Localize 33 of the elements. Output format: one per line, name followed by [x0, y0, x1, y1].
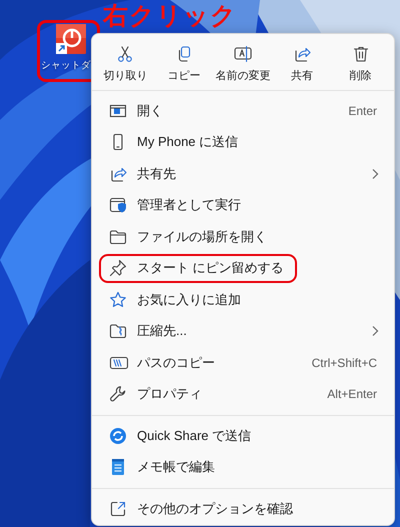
shutdown-shortcut-icon[interactable] — [54, 22, 88, 56]
toolbar-button[interactable]: 共有 — [272, 39, 332, 88]
zip-folder-icon — [109, 322, 127, 340]
toolbar-button[interactable]: 削除 — [331, 39, 390, 88]
menu-item[interactable]: パスのコピー Ctrl+Shift+C — [97, 347, 389, 378]
menu-item[interactable]: 圧縮先... — [97, 316, 389, 347]
scissors-icon — [116, 44, 134, 62]
toolbar-button[interactable]: 切り取り — [96, 39, 155, 88]
desktop-icon-label[interactable]: シャットダ — [41, 59, 91, 72]
star-icon — [109, 290, 127, 309]
toolbar-button[interactable]: 名前の変更 — [214, 39, 272, 88]
menu-item[interactable]: 開く Enter — [97, 95, 389, 126]
quick-share-icon — [109, 426, 127, 445]
notepad-icon — [109, 458, 127, 476]
external-link-icon — [109, 500, 127, 518]
menu-item[interactable]: ファイルの場所を開く — [97, 221, 389, 252]
menu-item[interactable]: その他のオプションを確認 — [97, 493, 389, 524]
menu-item[interactable]: プロパティ Alt+Enter — [97, 378, 389, 410]
menu-item[interactable]: お気に入りに追加 — [97, 284, 389, 316]
menu-item[interactable]: スタート にピン留めする — [97, 252, 389, 284]
toolbar-button[interactable]: コピー — [154, 39, 214, 88]
trash-icon — [352, 44, 370, 62]
menu-item[interactable]: 共有先 — [97, 158, 389, 190]
menu-item[interactable]: My Phone に送信 — [97, 126, 389, 158]
menu-item[interactable]: 管理者として実行 — [97, 190, 389, 221]
pin-icon — [109, 259, 127, 278]
folder-icon — [109, 228, 127, 246]
rename-icon — [232, 44, 253, 62]
menu-item[interactable]: メモ帳で編集 — [97, 452, 389, 483]
wrench-icon — [109, 385, 127, 404]
menu-item[interactable]: Quick Share で送信 — [97, 420, 389, 452]
shield-icon — [109, 196, 127, 214]
annotation-label: 右クリック — [103, 1, 237, 32]
